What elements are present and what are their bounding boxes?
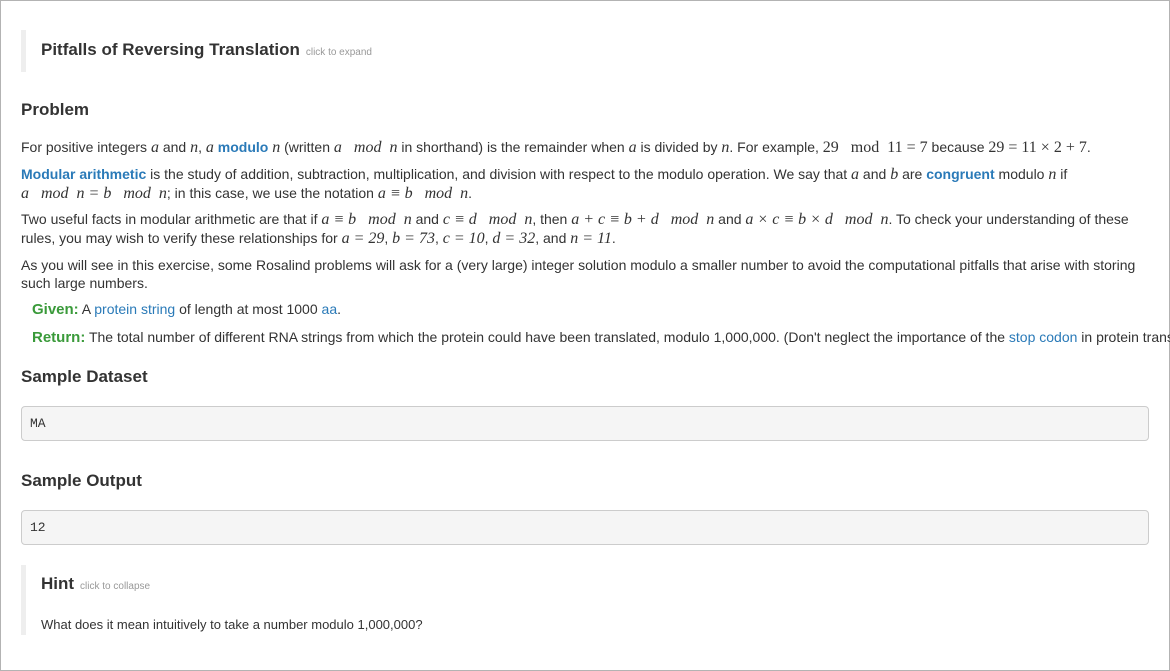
problem-paragraph-2: Modular arithmetic is the study of addit… [21, 166, 1068, 202]
sample-output-box: 12 [21, 510, 1149, 545]
protein-string-link[interactable]: protein string [94, 301, 175, 317]
pitfalls-expand-block[interactable]: Pitfalls of Reversing Translation click t… [21, 30, 1141, 72]
problem-heading: Problem [21, 100, 90, 119]
problem-paragraph-3: Two useful facts in modular arithmetic a… [21, 211, 1129, 247]
aa-link[interactable]: aa [322, 301, 338, 317]
modular-arithmetic-link[interactable]: Modular arithmetic [21, 166, 146, 182]
given-label: Given: [32, 301, 79, 318]
modulo-link[interactable]: modulo [218, 139, 269, 155]
stop-codon-link[interactable]: stop codon [1009, 329, 1078, 345]
expand-toggle-hint[interactable]: click to expand [306, 47, 372, 58]
collapse-toggle-hint[interactable]: click to collapse [80, 581, 150, 592]
hint-block: Hint click to collapse What does it mean … [21, 565, 1126, 635]
sample-output-heading: Sample Output [21, 471, 142, 490]
return-line: Return: The total number of different RN… [32, 329, 1170, 346]
pitfalls-title[interactable]: Pitfalls of Reversing Translation click t… [41, 40, 372, 60]
sample-dataset-heading: Sample Dataset [21, 367, 148, 386]
hint-text: What does it mean intuitively to take a … [41, 617, 423, 632]
return-label: Return: [32, 329, 86, 346]
congruent-link[interactable]: congruent [926, 166, 994, 182]
problem-paragraph-4: As you will see in this exercise, some R… [21, 257, 1136, 291]
given-line: Given: A protein string of length at mos… [32, 301, 341, 318]
sample-dataset-box: MA [21, 406, 1149, 441]
hint-title[interactable]: Hint click to collapse [41, 574, 150, 594]
problem-paragraph-1: For positive integers a and n, a modulo … [21, 139, 1091, 156]
